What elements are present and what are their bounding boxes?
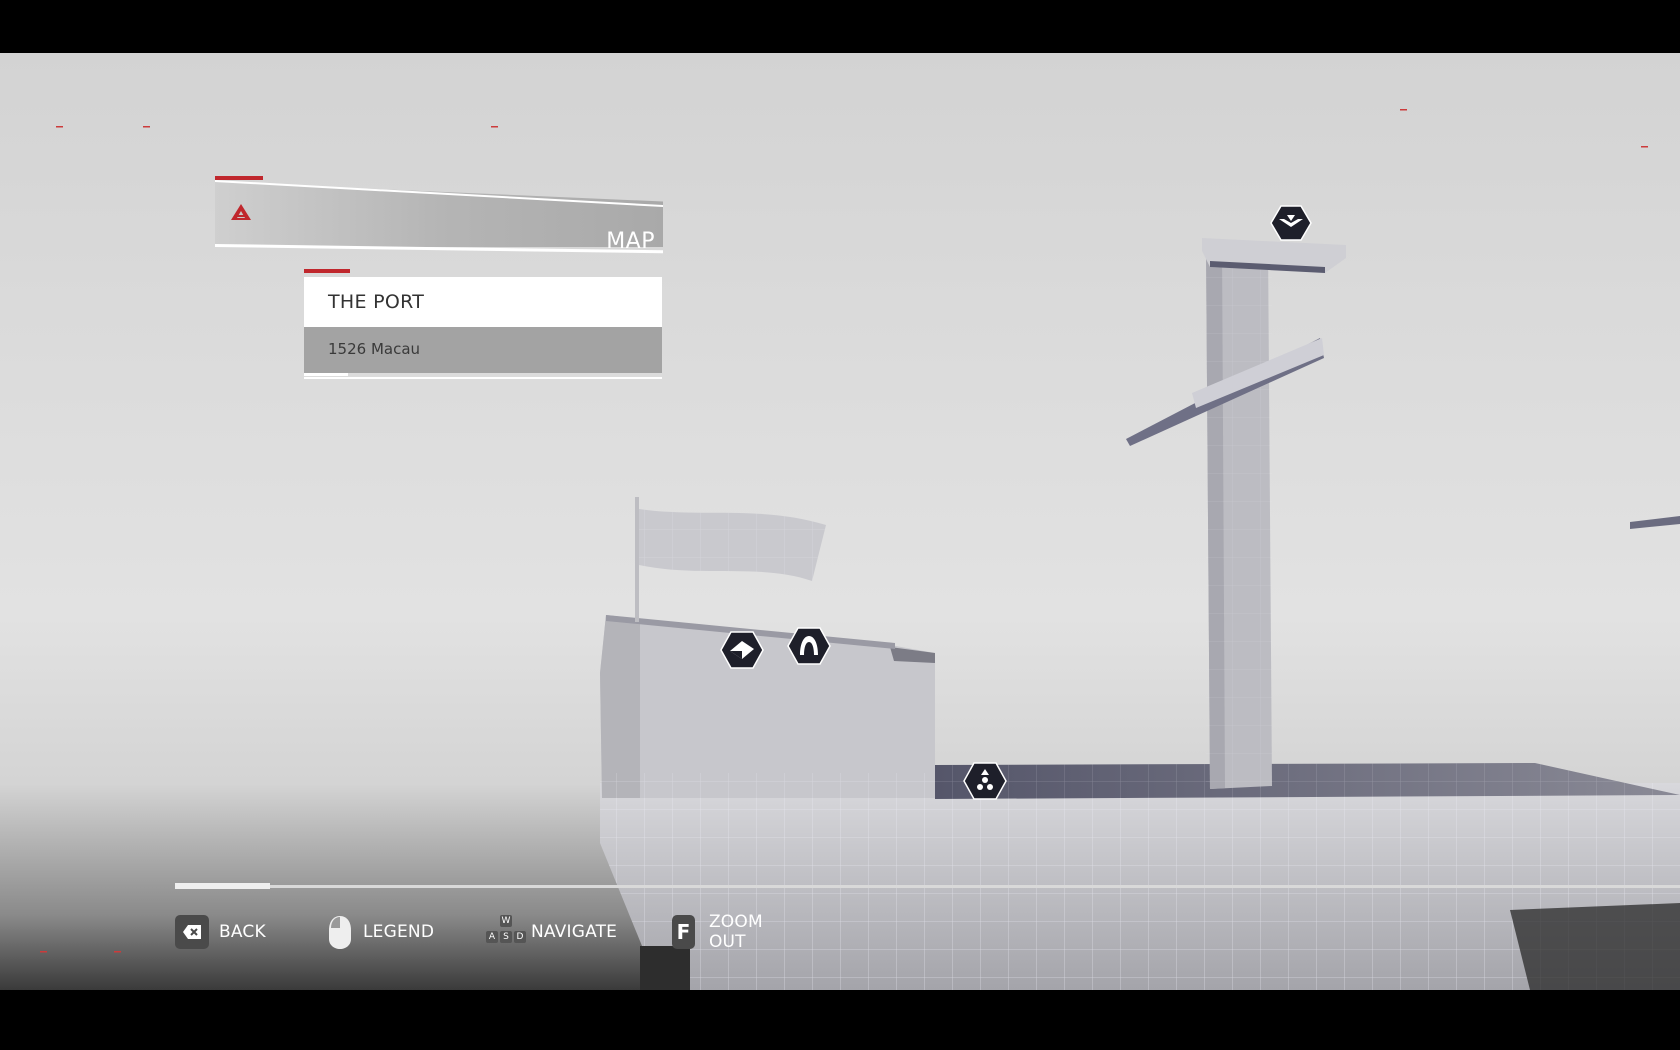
mouse-icon (329, 916, 351, 949)
title-accent (215, 176, 263, 180)
navigate-label: NAVIGATE (531, 922, 618, 942)
location-bottom-line (304, 377, 662, 379)
letterbox-top (0, 0, 1680, 53)
location-name: THE PORT (328, 291, 425, 313)
location-card: THE PORT 1526 Macau (304, 269, 662, 393)
page-title: MAP (606, 229, 655, 254)
f-key-icon: F (672, 915, 695, 949)
zoom-out-label: ZOOM OUT (708, 912, 763, 952)
back-button[interactable]: BACK (175, 914, 266, 950)
hud-divider-fill (175, 883, 270, 889)
viewpoint-eagle-icon[interactable] (1270, 205, 1312, 241)
hud-divider-track (175, 885, 1680, 888)
key-d: D (514, 931, 526, 943)
backspace-key-icon (175, 915, 209, 949)
objective-group-icon[interactable] (963, 762, 1007, 800)
hidden-hood-icon[interactable] (787, 627, 831, 665)
legend-label: LEGEND (363, 922, 435, 942)
location-subtitle-row: 1526 Macau (304, 327, 662, 373)
location-bottom-accent (304, 373, 348, 376)
back-label: BACK (219, 922, 266, 942)
collectible-fragment-icon[interactable] (720, 631, 764, 669)
location-accent (304, 269, 350, 273)
location-name-row: THE PORT (304, 277, 662, 327)
wasd-keys-icon: W A S D (485, 915, 527, 949)
map-title-panel: MAP (215, 176, 663, 271)
assassin-insignia-icon (231, 204, 251, 220)
legend-button[interactable]: LEGEND (327, 914, 434, 950)
key-w: W (500, 915, 512, 927)
zoom-out-button[interactable]: F ZOOM OUT (672, 912, 774, 952)
navigate-control[interactable]: W A S D NAVIGATE (485, 914, 617, 950)
key-a: A (486, 931, 498, 943)
key-s: S (500, 931, 512, 943)
location-subtitle: 1526 Macau (328, 340, 421, 358)
letterbox-bottom (0, 990, 1680, 1050)
